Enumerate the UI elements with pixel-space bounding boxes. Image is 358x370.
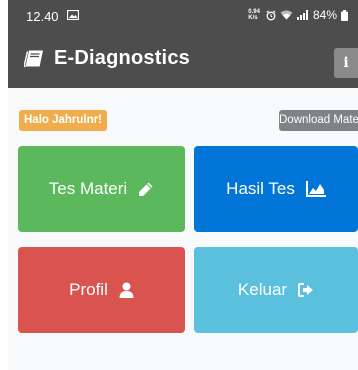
network-speed-unit: K/s	[248, 15, 258, 21]
keluar-label: Keluar	[237, 280, 288, 299]
sign-out-icon	[298, 283, 314, 297]
gallery-notification-icon	[67, 10, 79, 20]
hasil-tes-label: Hasil Tes	[226, 179, 295, 198]
user-icon	[119, 282, 134, 298]
network-speed: 0.94 K/s	[248, 9, 260, 21]
tes-materi-label: Tes Materi	[48, 179, 128, 198]
wifi-icon	[280, 10, 293, 20]
signal-icon	[296, 10, 308, 20]
info-button[interactable]: i	[334, 48, 358, 78]
status-time: 12.40	[26, 9, 59, 24]
app-title: E-Diagnostics	[54, 47, 190, 69]
area-chart-icon	[305, 181, 326, 197]
profil-label: Profil	[69, 280, 108, 299]
status-bar: 12.40 0.94 K/s 84%	[8, 0, 358, 32]
battery-percentage: 84%	[312, 8, 337, 22]
keluar-button[interactable]: Keluar	[194, 247, 358, 333]
screen-margin	[0, 0, 8, 370]
greeting-badge: Halo Jahrulnr!	[19, 110, 107, 131]
alarm-icon	[266, 9, 276, 20]
battery-icon	[341, 9, 348, 21]
hasil-tes-button[interactable]: Hasil Tes	[194, 146, 358, 232]
profil-button[interactable]: Profil	[18, 247, 185, 333]
book-icon	[24, 50, 43, 68]
download-materi-button[interactable]: Download Materi	[279, 110, 358, 131]
tes-materi-button[interactable]: Tes Materi	[18, 146, 185, 232]
status-indicators: 0.94 K/s 84%	[248, 8, 348, 22]
app-bar: E-Diagnostics i	[8, 32, 358, 88]
info-icon: i	[343, 55, 349, 71]
app-screen: 12.40 0.94 K/s 84% E-Diagnostics i Halo …	[8, 0, 358, 370]
pencil-icon	[139, 182, 153, 196]
